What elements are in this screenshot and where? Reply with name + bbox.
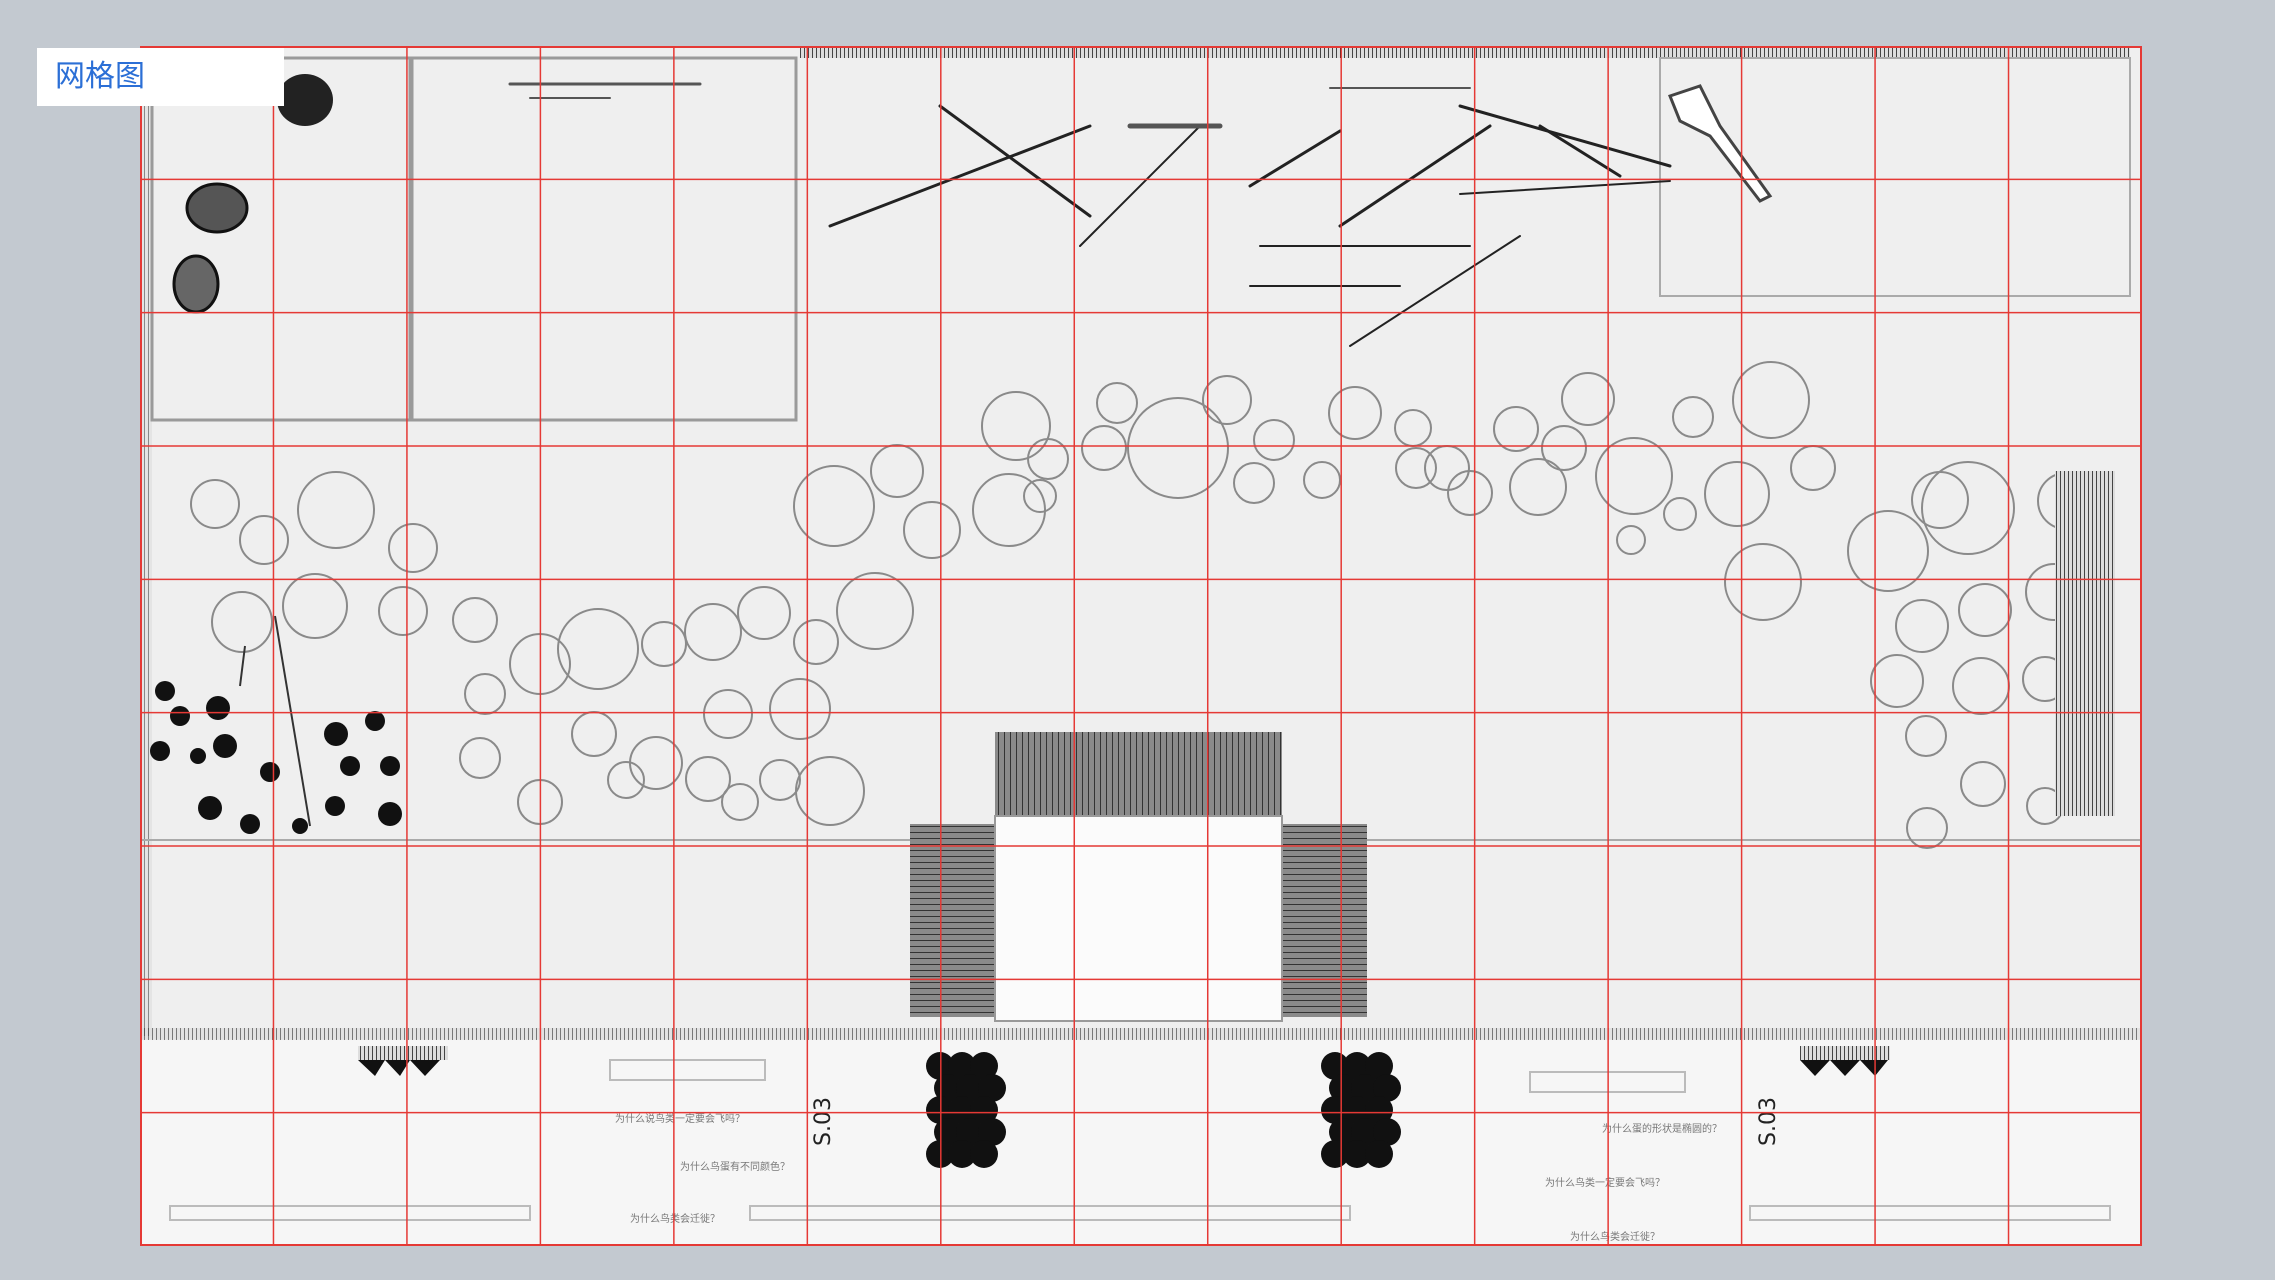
shrub bbox=[170, 706, 190, 726]
sign-text-5: 为什么鸟类一定要会飞吗？ bbox=[1545, 1176, 1665, 1189]
shrub bbox=[150, 741, 170, 761]
plan-canvas: S.03 S.03 为什么说鸟类一定要会飞吗？ 为什么鸟蛋有不同颜色？ 为什么鸟… bbox=[140, 46, 2142, 1246]
shrub bbox=[365, 711, 385, 731]
sign-text-1: 为什么说鸟类一定要会飞吗？ bbox=[615, 1112, 745, 1125]
shrub bbox=[325, 796, 345, 816]
shrub bbox=[340, 756, 360, 776]
shrub bbox=[380, 756, 400, 776]
sign-text-2: 为什么鸟蛋有不同颜色？ bbox=[680, 1160, 790, 1173]
bollard bbox=[1365, 1140, 1393, 1168]
shrub bbox=[292, 818, 308, 834]
display-racks bbox=[2055, 471, 2115, 816]
sign-text-3: 为什么鸟类会迁徙？ bbox=[630, 1212, 720, 1225]
south-label-left: S.03 bbox=[811, 1097, 836, 1146]
sign-text-4: 为什么蛋的形状是椭圆的？ bbox=[1602, 1122, 1722, 1135]
shrub bbox=[240, 814, 260, 834]
shrub bbox=[190, 748, 206, 764]
shrub bbox=[324, 722, 348, 746]
shrub bbox=[213, 734, 237, 758]
sign-text-6: 为什么鸟类会迁徙？ bbox=[1570, 1230, 1660, 1243]
bottom-wall bbox=[140, 1028, 2142, 1040]
shrub bbox=[198, 796, 222, 820]
bollard bbox=[970, 1140, 998, 1168]
shrub bbox=[206, 696, 230, 720]
view-tab-grid[interactable]: 网格图 bbox=[37, 48, 284, 106]
south-label-right: S.03 bbox=[1756, 1097, 1781, 1146]
shrub bbox=[155, 681, 175, 701]
shrub bbox=[260, 762, 280, 782]
shrub bbox=[378, 802, 402, 826]
